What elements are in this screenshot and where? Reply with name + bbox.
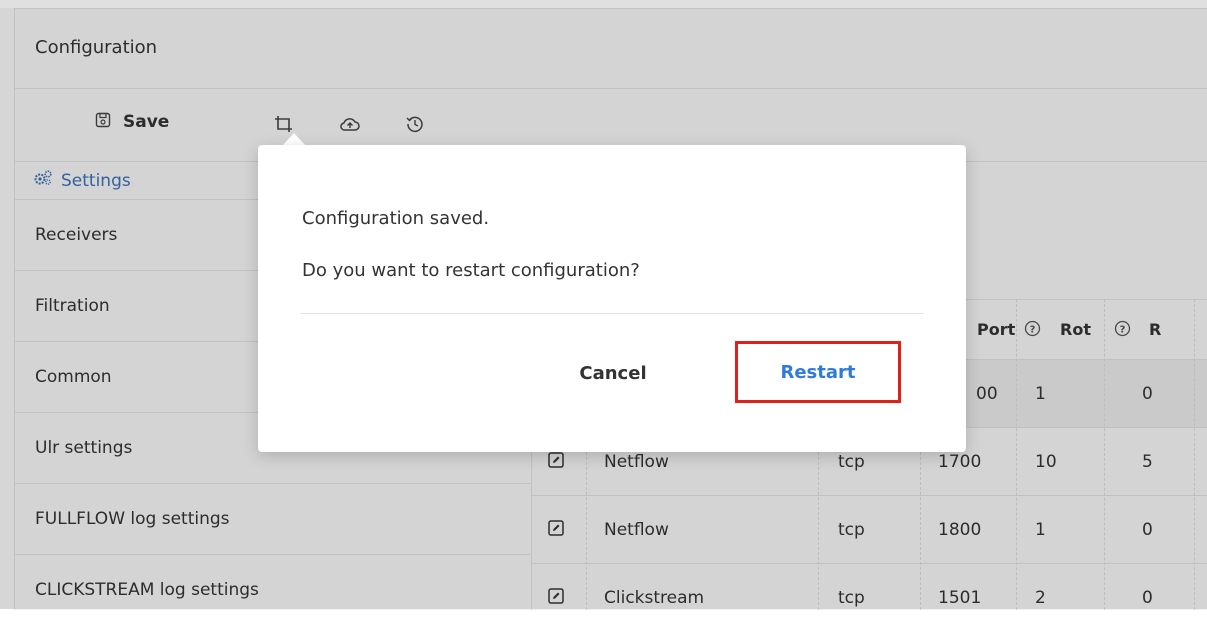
restart-button[interactable]: Restart [735,341,901,403]
dialog-divider [300,313,924,314]
cancel-button[interactable]: Cancel [558,353,668,393]
dialog-message: Configuration saved. [302,208,490,229]
dialog-question: Do you want to restart configuration? [302,260,640,281]
restart-dialog: Configuration saved. Do you want to rest… [258,145,966,452]
